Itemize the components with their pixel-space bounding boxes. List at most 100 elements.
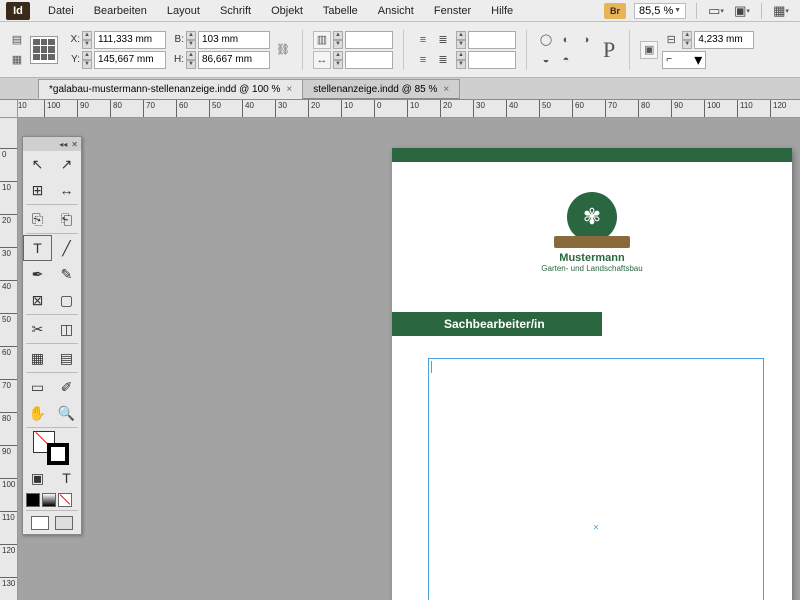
- wrap-next-icon[interactable]: ◓: [557, 51, 575, 69]
- rectangle-tool[interactable]: ▢: [52, 287, 81, 313]
- menu-edit[interactable]: Bearbeiten: [84, 2, 157, 20]
- h-input[interactable]: 86,667 mm: [198, 51, 270, 69]
- direct-selection-tool[interactable]: ↗: [52, 151, 81, 177]
- preview-view-mode[interactable]: [55, 516, 73, 530]
- formatting-container-icon[interactable]: ▣: [23, 465, 52, 491]
- menu-file[interactable]: Datei: [38, 2, 84, 20]
- company-logo-block: ✾ Mustermann Garten- und Landschaftsbau: [492, 192, 692, 273]
- gap-tool[interactable]: ↔: [52, 177, 81, 203]
- chevron-down-icon: ▼: [674, 7, 681, 14]
- y-input[interactable]: 145,667 mm: [94, 51, 166, 69]
- corner-shape-combo[interactable]: ⌐ ▾: [662, 51, 706, 69]
- wrap-shape-icon[interactable]: ◑: [577, 31, 595, 49]
- menu-window[interactable]: Fenster: [424, 2, 481, 20]
- rectangle-frame-tool[interactable]: ⊠: [23, 287, 52, 313]
- free-transform-tool[interactable]: ◫: [52, 316, 81, 342]
- type-tool[interactable]: T: [23, 235, 52, 261]
- scissors-tool[interactable]: ✂: [23, 316, 52, 342]
- hand-tool[interactable]: ✋: [23, 400, 52, 426]
- fill-stroke-swatch[interactable]: [23, 429, 81, 465]
- chevron-down-icon: ▾: [694, 50, 702, 70]
- y-stepper[interactable]: ▲▼: [82, 51, 92, 69]
- w-label: B:: [170, 34, 184, 45]
- close-icon[interactable]: ×: [443, 84, 449, 95]
- content-collector-tool[interactable]: ⎘: [23, 206, 52, 232]
- vjust-center-icon[interactable]: ≣: [434, 31, 452, 49]
- wrap-jump-icon[interactable]: ◒: [537, 51, 555, 69]
- gutter-input[interactable]: [345, 51, 393, 69]
- w-input[interactable]: 103 mm: [198, 31, 270, 49]
- inset-top-input[interactable]: [468, 31, 516, 49]
- document-page[interactable]: ✾ Mustermann Garten- und Landschaftsbau …: [392, 148, 792, 600]
- screen-mode-icon[interactable]: ▣▾: [731, 2, 753, 20]
- collapse-icon[interactable]: ◂◂: [59, 140, 67, 149]
- horizontal-ruler[interactable]: 1101009080706050403020100102030405060708…: [18, 100, 800, 118]
- h-stepper[interactable]: ▲▼: [186, 51, 196, 69]
- gutter-stepper[interactable]: ▲▼: [333, 51, 343, 69]
- inset-bottom-stepper[interactable]: ▲▼: [456, 51, 466, 69]
- menu-object[interactable]: Objekt: [261, 2, 313, 20]
- logo-circle-icon: ✾: [567, 192, 617, 242]
- apply-gradient[interactable]: [42, 493, 56, 507]
- stroke-swatch[interactable]: [47, 443, 69, 465]
- vjust-justify-icon[interactable]: ≣: [434, 51, 452, 69]
- ruler-origin[interactable]: [0, 100, 18, 118]
- spacing-stepper[interactable]: ▲▼: [682, 31, 692, 49]
- note-tool[interactable]: ▭: [23, 374, 52, 400]
- frame-grid-icon[interactable]: ▦: [8, 51, 26, 69]
- page-tool[interactable]: ⊞: [23, 177, 52, 203]
- w-stepper[interactable]: ▲▼: [186, 31, 196, 49]
- spacing-input[interactable]: 4,233 mm: [694, 31, 754, 49]
- line-tool[interactable]: ╱: [52, 235, 81, 261]
- page-header-bar: [392, 148, 792, 162]
- menu-layout[interactable]: Layout: [157, 2, 210, 20]
- selected-text-frame[interactable]: ×: [428, 358, 764, 600]
- menu-type[interactable]: Schrift: [210, 2, 261, 20]
- menu-table[interactable]: Tabelle: [313, 2, 368, 20]
- pen-tool[interactable]: ✒: [23, 261, 52, 287]
- wrap-none-icon[interactable]: ◯: [537, 31, 555, 49]
- document-tab-active[interactable]: *galabau-mustermann-stellenanzeige.indd …: [38, 79, 303, 99]
- normal-view-mode[interactable]: [31, 516, 49, 530]
- cols-icon[interactable]: ▥: [313, 31, 331, 49]
- cols-stepper[interactable]: ▲▼: [333, 31, 343, 49]
- vjust-bottom-icon[interactable]: ≡: [414, 51, 432, 69]
- close-icon[interactable]: ×: [286, 84, 292, 95]
- inset-top-stepper[interactable]: ▲▼: [456, 31, 466, 49]
- vertical-ruler[interactable]: 0102030405060708090100110120130140: [0, 118, 18, 600]
- reference-point-grid[interactable]: [30, 36, 58, 64]
- pencil-tool[interactable]: ✎: [52, 261, 81, 287]
- wrap-bbox-icon[interactable]: ◐: [557, 31, 575, 49]
- document-tab-inactive[interactable]: stellenanzeige.indd @ 85 % ×: [302, 79, 460, 99]
- toolbox-panel[interactable]: ◂◂ ✕ ↖ ↗ ⊞ ↔ ⎘ ⎗ T ╱ ✒ ✎ ⊠ ▢ ✂ ◫ ▦ ▤ ▭ ✐: [22, 136, 82, 535]
- x-stepper[interactable]: ▲▼: [82, 31, 92, 49]
- frame-fit-icon[interactable]: ▣: [640, 41, 658, 59]
- canvas[interactable]: ✾ Mustermann Garten- und Landschaftsbau …: [18, 118, 800, 600]
- arrange-documents-icon[interactable]: ▦▾: [770, 2, 792, 20]
- view-options-icon[interactable]: ▭▾: [705, 2, 727, 20]
- zoom-tool[interactable]: 🔍: [52, 400, 81, 426]
- cols-input[interactable]: [345, 31, 393, 49]
- para-align-icon[interactable]: ▤: [8, 31, 26, 49]
- zoom-level-combo[interactable]: 85,5 % ▼: [634, 3, 686, 19]
- gradient-swatch-tool[interactable]: ▦: [23, 345, 52, 371]
- selection-tool[interactable]: ↖: [23, 151, 52, 177]
- job-title-bar: Sachbearbeiter/in: [392, 312, 602, 336]
- apply-none[interactable]: [58, 493, 72, 507]
- formatting-text-icon[interactable]: T: [52, 465, 81, 491]
- content-placer-tool[interactable]: ⎗: [52, 206, 81, 232]
- eyedropper-tool[interactable]: ✐: [52, 374, 81, 400]
- close-icon[interactable]: ✕: [71, 140, 78, 149]
- menu-view[interactable]: Ansicht: [368, 2, 424, 20]
- inset-bottom-input[interactable]: [468, 51, 516, 69]
- logo-ribbon: [554, 236, 630, 248]
- apply-color[interactable]: [26, 493, 40, 507]
- constrain-link-icon[interactable]: ⛓: [274, 41, 292, 59]
- gutter-icon[interactable]: ↔: [313, 51, 331, 69]
- x-input[interactable]: 111,333 mm: [94, 31, 166, 49]
- vjust-top-icon[interactable]: ≡: [414, 31, 432, 49]
- gradient-feather-tool[interactable]: ▤: [52, 345, 81, 371]
- bridge-button[interactable]: Br: [604, 3, 626, 19]
- toolbox-header[interactable]: ◂◂ ✕: [23, 137, 81, 151]
- menu-help[interactable]: Hilfe: [481, 2, 523, 20]
